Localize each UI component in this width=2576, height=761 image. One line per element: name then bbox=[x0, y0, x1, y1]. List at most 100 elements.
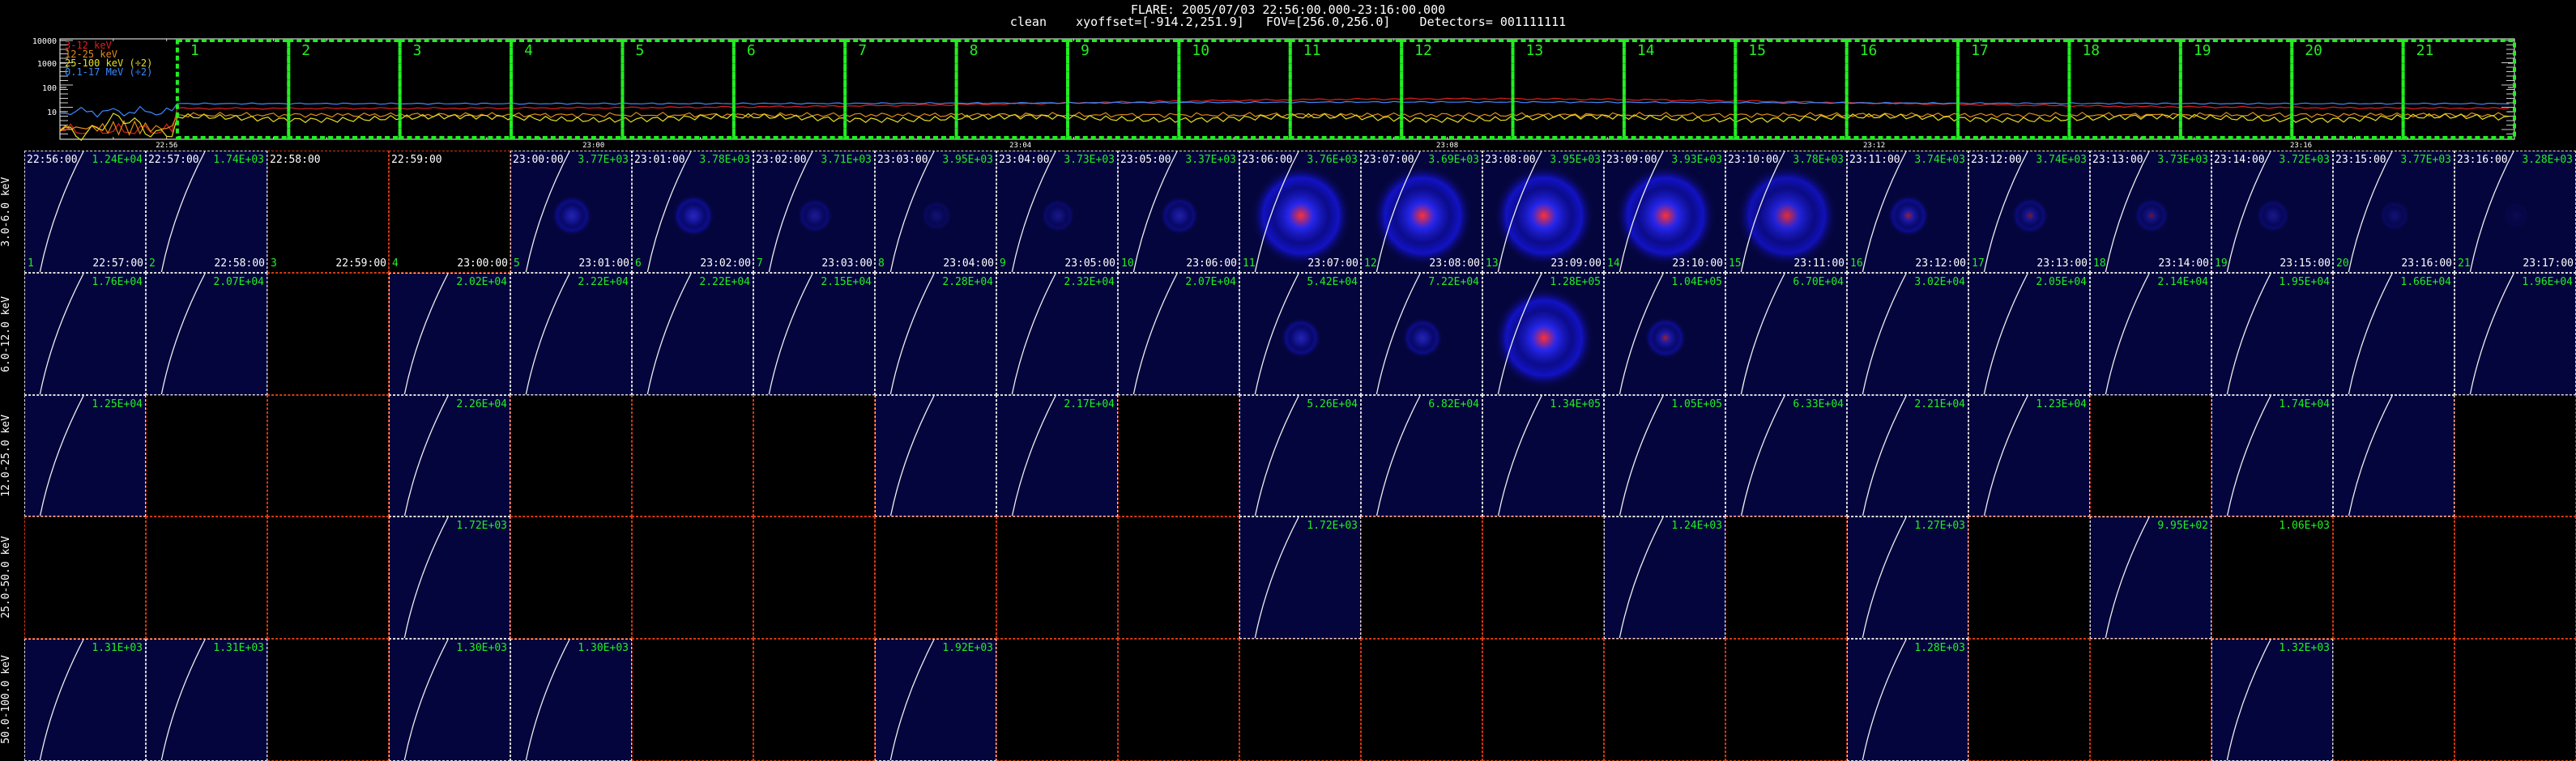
image-cell[interactable]: 7.22E+04 bbox=[1361, 272, 1482, 395]
empty-image-cell[interactable] bbox=[2090, 394, 2211, 517]
image-cell[interactable]: 6.82E+04 bbox=[1361, 394, 1482, 517]
empty-image-cell[interactable] bbox=[146, 517, 267, 640]
image-cell[interactable]: 6.33E+04 bbox=[1725, 394, 1847, 517]
image-cell[interactable]: 1.95E+04 bbox=[2211, 272, 2333, 395]
empty-image-cell[interactable] bbox=[1725, 639, 1847, 761]
empty-image-cell[interactable]: 22:58:00 22:59:00 3 bbox=[267, 151, 389, 273]
image-cell[interactable]: 2.28E+04 bbox=[875, 272, 996, 395]
empty-image-cell[interactable] bbox=[1118, 517, 1239, 640]
empty-image-cell[interactable] bbox=[1118, 394, 1239, 517]
empty-image-cell[interactable] bbox=[510, 517, 632, 640]
image-cell[interactable]: 23:00:00 23:01:00 5 3.77E+03 bbox=[510, 151, 632, 273]
image-cell[interactable]: 23:15:00 23:16:00 20 3.77E+03 bbox=[2333, 151, 2454, 273]
empty-image-cell[interactable] bbox=[632, 639, 753, 761]
empty-image-cell[interactable] bbox=[146, 394, 267, 517]
empty-image-cell[interactable] bbox=[2090, 639, 2211, 761]
image-cell[interactable]: 22:57:00 22:58:00 2 1.74E+03 bbox=[146, 151, 267, 273]
empty-image-cell[interactable] bbox=[1482, 517, 1604, 640]
image-cell[interactable]: 6.70E+04 bbox=[1725, 272, 1847, 395]
empty-image-cell[interactable] bbox=[267, 517, 389, 640]
image-cell[interactable]: 1.04E+05 bbox=[1604, 272, 1725, 395]
image-cell[interactable] bbox=[875, 394, 996, 517]
image-cell[interactable]: 1.27E+03 bbox=[1847, 517, 1968, 640]
image-cell[interactable]: 1.72E+03 bbox=[1239, 517, 1361, 640]
image-cell[interactable]: 2.32E+04 bbox=[996, 272, 1118, 395]
image-cell[interactable]: 1.28E+05 bbox=[1482, 272, 1604, 395]
empty-image-cell[interactable] bbox=[632, 394, 753, 517]
empty-image-cell[interactable] bbox=[1482, 639, 1604, 761]
image-cell[interactable]: 23:12:00 23:13:00 17 3.74E+03 bbox=[1968, 151, 2090, 273]
empty-image-cell[interactable] bbox=[1361, 639, 1482, 761]
image-cell[interactable]: 1.30E+03 bbox=[389, 639, 510, 761]
empty-image-cell[interactable] bbox=[267, 639, 389, 761]
image-cell[interactable]: 1.25E+04 bbox=[24, 394, 146, 517]
image-cell[interactable]: 2.17E+04 bbox=[996, 394, 1118, 517]
image-cell[interactable]: 22:56:00 22:57:00 1 1.24E+04 bbox=[24, 151, 146, 273]
image-cell[interactable]: 1.23E+04 bbox=[1968, 394, 2090, 517]
empty-image-cell[interactable] bbox=[1725, 517, 1847, 640]
image-cell[interactable]: 2.07E+04 bbox=[1118, 272, 1239, 395]
image-cell[interactable]: 23:16:00 23:17:00 21 3.28E+03 bbox=[2454, 151, 2576, 273]
image-cell[interactable]: 1.92E+03 bbox=[875, 639, 996, 761]
empty-image-cell[interactable] bbox=[1239, 639, 1361, 761]
empty-image-cell[interactable] bbox=[2454, 394, 2576, 517]
empty-image-cell[interactable] bbox=[753, 639, 875, 761]
image-cell[interactable]: 23:01:00 23:02:00 6 3.78E+03 bbox=[632, 151, 753, 273]
empty-image-cell[interactable] bbox=[753, 394, 875, 517]
image-cell[interactable]: 1.74E+04 bbox=[2211, 394, 2333, 517]
image-cell[interactable]: 1.31E+03 bbox=[146, 639, 267, 761]
image-cell[interactable]: 23:02:00 23:03:00 7 3.71E+03 bbox=[753, 151, 875, 273]
image-cell[interactable]: 1.96E+04 bbox=[2454, 272, 2576, 395]
empty-image-cell[interactable] bbox=[1968, 517, 2090, 640]
image-cell[interactable]: 2.21E+04 bbox=[1847, 394, 1968, 517]
empty-image-cell[interactable] bbox=[753, 517, 875, 640]
image-cell[interactable]: 1.66E+04 bbox=[2333, 272, 2454, 395]
image-cell[interactable]: 2.05E+04 bbox=[1968, 272, 2090, 395]
image-cell[interactable]: 9.95E+02 bbox=[2090, 517, 2211, 640]
empty-image-cell[interactable] bbox=[1604, 639, 1725, 761]
image-cell[interactable]: 23:14:00 23:15:00 19 3.72E+03 bbox=[2211, 151, 2333, 273]
empty-image-cell[interactable] bbox=[2333, 639, 2454, 761]
empty-image-cell[interactable] bbox=[996, 517, 1118, 640]
empty-image-cell[interactable] bbox=[2454, 639, 2576, 761]
empty-image-cell[interactable] bbox=[24, 517, 146, 640]
image-cell[interactable]: 1.30E+03 bbox=[510, 639, 632, 761]
image-cell[interactable]: 1.31E+03 bbox=[24, 639, 146, 761]
image-cell[interactable]: 1.72E+03 bbox=[389, 517, 510, 640]
image-cell[interactable]: 23:13:00 23:14:00 18 3.73E+03 bbox=[2090, 151, 2211, 273]
image-cell[interactable]: 23:09:00 23:10:00 14 3.93E+03 bbox=[1604, 151, 1725, 273]
image-cell[interactable]: 23:06:00 23:07:00 11 3.76E+03 bbox=[1239, 151, 1361, 273]
image-cell[interactable]: 1.28E+03 bbox=[1847, 639, 1968, 761]
image-cell[interactable]: 1.76E+04 bbox=[24, 272, 146, 395]
image-cell[interactable]: 23:08:00 23:09:00 13 3.95E+03 bbox=[1482, 151, 1604, 273]
image-cell[interactable]: 1.05E+05 bbox=[1604, 394, 1725, 517]
image-cell[interactable]: 23:04:00 23:05:00 9 3.73E+03 bbox=[996, 151, 1118, 273]
image-cell[interactable]: 2.26E+04 bbox=[389, 394, 510, 517]
image-cell[interactable]: 5.42E+04 bbox=[1239, 272, 1361, 395]
image-cell[interactable] bbox=[2333, 394, 2454, 517]
image-cell[interactable]: 2.07E+04 bbox=[146, 272, 267, 395]
image-cell[interactable]: 2.22E+04 bbox=[510, 272, 632, 395]
image-cell[interactable]: 23:03:00 23:04:00 8 3.95E+03 bbox=[875, 151, 996, 273]
empty-image-cell[interactable] bbox=[510, 394, 632, 517]
image-cell[interactable]: 3.02E+04 bbox=[1847, 272, 1968, 395]
image-cell[interactable]: 5.26E+04 bbox=[1239, 394, 1361, 517]
empty-image-cell[interactable] bbox=[1968, 639, 2090, 761]
image-cell[interactable]: 2.14E+04 bbox=[2090, 272, 2211, 395]
empty-image-cell[interactable] bbox=[2333, 517, 2454, 640]
image-cell[interactable]: 23:07:00 23:08:00 12 3.69E+03 bbox=[1361, 151, 1482, 273]
image-cell[interactable]: 23:05:00 23:06:00 10 3.37E+03 bbox=[1118, 151, 1239, 273]
image-cell[interactable]: 1.24E+03 bbox=[1604, 517, 1725, 640]
image-cell[interactable]: 23:10:00 23:11:00 15 3.78E+03 bbox=[1725, 151, 1847, 273]
empty-image-cell[interactable]: 1.06E+03 bbox=[2211, 517, 2333, 640]
image-cell[interactable]: 2.22E+04 bbox=[632, 272, 753, 395]
empty-image-cell[interactable] bbox=[267, 394, 389, 517]
empty-image-cell[interactable] bbox=[996, 639, 1118, 761]
empty-image-cell[interactable] bbox=[632, 517, 753, 640]
empty-image-cell[interactable] bbox=[1361, 517, 1482, 640]
image-cell[interactable]: 23:11:00 23:12:00 16 3.74E+03 bbox=[1847, 151, 1968, 273]
empty-image-cell[interactable]: 22:59:00 23:00:00 4 bbox=[389, 151, 510, 273]
empty-image-cell[interactable] bbox=[1118, 639, 1239, 761]
empty-image-cell[interactable] bbox=[875, 517, 996, 640]
image-cell[interactable]: 2.02E+04 bbox=[389, 272, 510, 395]
